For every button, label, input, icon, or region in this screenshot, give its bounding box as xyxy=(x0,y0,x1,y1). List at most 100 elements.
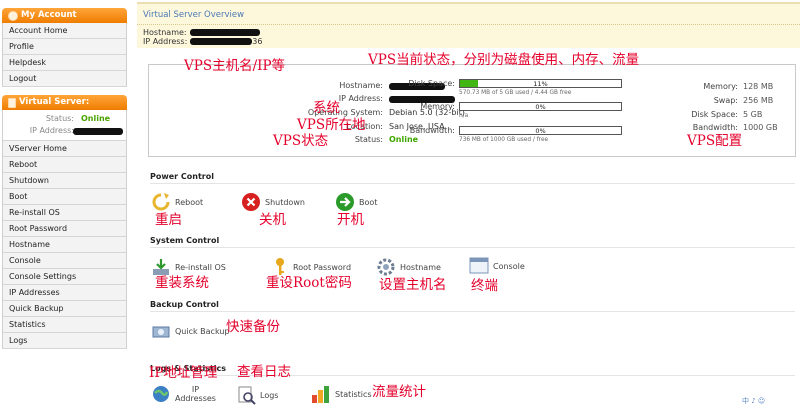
ip-addresses-label: IP Addresses xyxy=(175,385,216,403)
sidebar-item-helpdesk[interactable]: Helpdesk xyxy=(2,55,127,71)
root-password-action[interactable]: Root Password xyxy=(271,257,351,277)
sidebar-item-ip-addresses[interactable]: IP Addresses xyxy=(2,285,127,301)
bandwidth-usage-bar: 0% xyxy=(459,126,622,135)
cfg-disk-label: Disk Space: xyxy=(691,110,738,119)
ime-toolbar[interactable]: 中 ♪ ☺ xyxy=(742,396,765,406)
sidebar-item-quick-backup[interactable]: Quick Backup xyxy=(2,301,127,317)
sidebar-item-statistics[interactable]: Statistics xyxy=(2,317,127,333)
backup-control-divider xyxy=(150,311,795,312)
logs-action[interactable]: Logs xyxy=(238,385,278,405)
annotation-config: VPS配置 xyxy=(687,133,743,149)
sidebar-item-account-home[interactable]: Account Home xyxy=(2,23,127,39)
quick-backup-label: Quick Backup xyxy=(175,326,230,336)
boot-icon xyxy=(336,193,354,211)
overview-hostname-label: Hostname: xyxy=(143,28,187,37)
sidebar-item-vserver-home[interactable]: VServer Home xyxy=(2,141,127,157)
annotation-backup: 快速备份 xyxy=(226,319,280,335)
overview-title: Virtual Server Overview xyxy=(143,10,245,20)
status-value: Online xyxy=(81,114,111,123)
annotation-reboot: 重启 xyxy=(155,212,182,228)
server-ip-row: IP Address: xyxy=(3,125,123,137)
sidebar-item-reinstall-os[interactable]: Re-install OS xyxy=(2,205,127,221)
logs-label: Logs xyxy=(260,390,279,400)
sidebar-item-console[interactable]: Console xyxy=(2,253,127,269)
bandwidth-usage-pct: 0% xyxy=(535,127,546,135)
cfg-swap-value: 256 MB xyxy=(743,96,774,105)
annotation-shutdown: 关机 xyxy=(259,212,286,228)
console-icon xyxy=(469,257,489,274)
overview-panel: Virtual Server Overview Hostname: IP Add… xyxy=(137,2,800,48)
sidebar: My Account Account Home Profile Helpdesk… xyxy=(2,8,127,349)
annotation-location: VPS所在地 xyxy=(297,117,366,133)
memory-usage-pct: 0% xyxy=(535,103,546,111)
ip-addresses-label-line1: IP xyxy=(191,385,200,394)
info-status-label: Status: xyxy=(354,135,383,144)
annotation-stats: 流量统计 xyxy=(372,384,426,400)
magnifier-icon xyxy=(238,386,256,405)
overview-ip-tail: 36 xyxy=(252,37,263,46)
bar-chart-icon xyxy=(312,386,329,403)
server-icon xyxy=(8,97,16,108)
status-label: Status: xyxy=(45,114,74,123)
annotation-hostname-ip: VPS主机名/IP等 xyxy=(184,58,286,74)
annotation-console: 终端 xyxy=(471,278,498,294)
console-label: Console xyxy=(493,261,525,271)
ip-addresses-label-line2: Addresses xyxy=(175,394,216,403)
cfg-memory-value: 128 MB xyxy=(743,82,774,91)
overview-ip: IP Address: 36 xyxy=(143,37,262,46)
overview-divider xyxy=(137,24,800,25)
backup-icon xyxy=(152,326,170,338)
shutdown-action[interactable]: Shutdown xyxy=(241,192,305,212)
statistics-label: Statistics xyxy=(335,389,372,399)
overview-ip-label: IP Address: xyxy=(143,37,188,46)
info-hostname-label: Hostname: xyxy=(339,81,383,90)
quick-backup-action[interactable]: Quick Backup xyxy=(151,321,230,341)
cfg-swap-label: Swap: xyxy=(713,96,738,105)
backup-control-title: Backup Control xyxy=(150,300,219,309)
sidebar-item-logout[interactable]: Logout xyxy=(2,71,127,87)
key-icon xyxy=(276,258,284,275)
system-control-divider xyxy=(150,247,795,248)
ip-label: IP Address: xyxy=(29,126,74,135)
server-status-block: Status: Online IP Address: xyxy=(2,110,127,141)
sidebar-item-console-settings[interactable]: Console Settings xyxy=(2,269,127,285)
power-control-title: Power Control xyxy=(150,172,214,181)
sidebar-item-profile[interactable]: Profile xyxy=(2,39,127,55)
sidebar-item-reboot[interactable]: Reboot xyxy=(2,157,127,173)
sidebar-item-hostname[interactable]: Hostname xyxy=(2,237,127,253)
cfg-bandwidth-value: 1000 GB xyxy=(743,123,778,132)
ip-addresses-action[interactable]: IP Addresses xyxy=(151,384,216,404)
sidebar-item-logs[interactable]: Logs xyxy=(2,333,127,349)
overview-hostname: Hostname: xyxy=(143,28,260,37)
sidebar-item-shutdown[interactable]: Shutdown xyxy=(2,173,127,189)
reboot-action[interactable]: Reboot xyxy=(151,192,203,212)
memory-usage-bar: 0% xyxy=(459,102,622,111)
globe-icon xyxy=(153,386,169,402)
reboot-label: Reboot xyxy=(175,197,204,207)
virtual-server-title: Virtual Server: xyxy=(19,97,90,107)
reinstall-icon xyxy=(153,259,169,275)
statistics-action[interactable]: Statistics xyxy=(311,385,372,403)
disk-usage-sub: 570.73 MB of 5 GB used / 4.44 GB free xyxy=(459,90,572,96)
hostname-action[interactable]: Hostname xyxy=(376,257,441,277)
redacted-ip xyxy=(73,128,123,135)
sidebar-item-root-password[interactable]: Root Password xyxy=(2,221,127,237)
annotation-boot: 开机 xyxy=(337,212,364,228)
reinstall-os-action[interactable]: Re-install OS xyxy=(151,257,226,277)
boot-action[interactable]: Boot xyxy=(335,192,377,212)
user-icon xyxy=(8,10,18,21)
cfg-disk-value: 5 GB xyxy=(743,110,763,119)
virtual-server-header: Virtual Server: xyxy=(2,95,127,110)
reboot-icon xyxy=(152,193,170,211)
console-action[interactable]: Console xyxy=(469,257,525,275)
root-password-label: Root Password xyxy=(293,262,352,272)
reinstall-label: Re-install OS xyxy=(175,262,226,272)
memory-label: Memory: xyxy=(420,102,455,111)
annotation-root-password: 重设Root密码 xyxy=(266,275,352,291)
sidebar-item-boot[interactable]: Boot xyxy=(2,189,127,205)
annotation-vps-status: VPS状态 xyxy=(273,133,329,149)
annotation-hostname: 设置主机名 xyxy=(379,277,447,293)
shutdown-icon xyxy=(242,193,260,211)
boot-label: Boot xyxy=(359,197,378,207)
